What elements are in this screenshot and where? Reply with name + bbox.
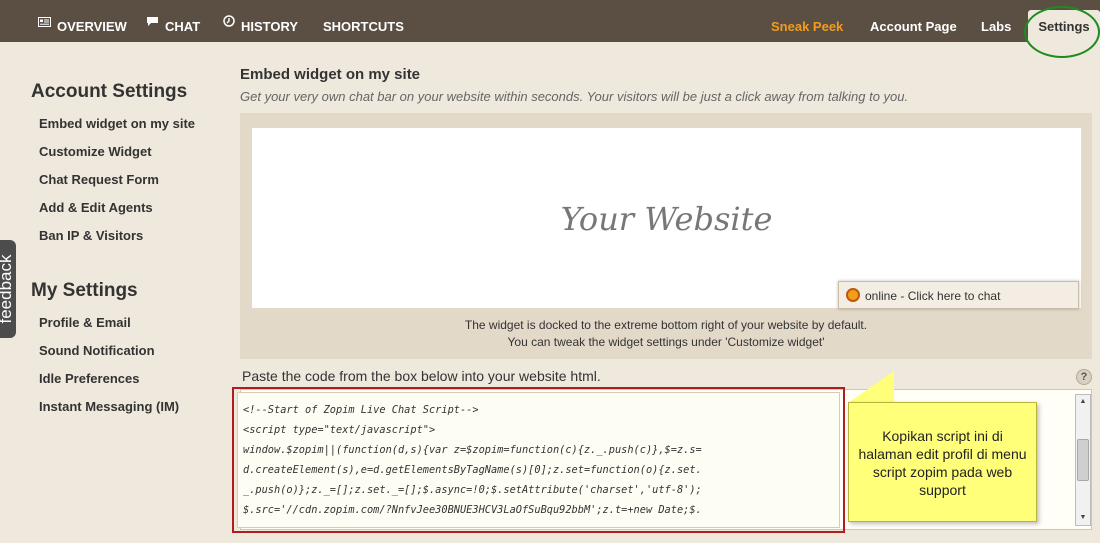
scroll-thumb[interactable] [1077,439,1089,481]
nav-history-label: HISTORY [241,19,299,34]
paste-code-label: Paste the code from the box below into y… [242,368,601,384]
overview-icon [38,0,51,49]
nav-chat-label: CHAT [165,19,201,34]
online-status-icon [846,287,860,302]
sticky-note-pointer [848,371,894,403]
page-subtitle: Get your very own chat bar on your websi… [240,89,909,104]
scroll-up-arrow-icon[interactable]: ▲ [1076,395,1090,409]
nav-account-page[interactable]: Account Page [870,0,957,42]
chat-status-text: online [865,289,898,303]
page-title: Embed widget on my site [240,66,421,83]
nav-shortcuts-label: SHORTCUTS [323,19,404,34]
feedback-label: feedback [0,254,15,324]
chat-cta-text: - Click here to chat [897,289,1001,303]
scroll-down-arrow-icon[interactable]: ▼ [1076,511,1090,525]
sidebar-item-sound-notification[interactable]: Sound Notification [39,343,155,358]
my-settings-heading: My Settings [31,280,138,301]
sticky-note: Kopikan script ini di halaman edit profi… [848,402,1037,522]
nav-overview[interactable]: OVERVIEW [38,0,127,42]
nav-sneak-peek[interactable]: Sneak Peek [771,0,843,42]
settings-highlight-circle [1024,6,1100,58]
account-settings-heading: Account Settings [31,81,188,102]
chat-bubble-icon [146,0,159,49]
website-label: Your Website [560,200,773,238]
nav-chat[interactable]: CHAT [146,0,200,42]
sidebar-item-chat-request-form[interactable]: Chat Request Form [39,172,159,187]
code-scrollbar[interactable]: ▲ ▼ [1075,394,1091,526]
sidebar-item-add-edit-agents[interactable]: Add & Edit Agents [39,200,153,215]
code-highlight-box [232,387,845,533]
help-icon[interactable]: ? [1076,369,1092,385]
dock-note-line-1: The widget is docked to the extreme bott… [464,318,868,332]
dock-note-line-2: You can tweak the widget settings under … [507,335,825,349]
nav-labs[interactable]: Labs [981,0,1011,42]
chat-widget-bar[interactable]: online - Click here to chat [838,281,1079,309]
sidebar-item-idle-preferences[interactable]: Idle Preferences [39,371,139,386]
sidebar-item-ban-ip[interactable]: Ban IP & Visitors [39,228,143,243]
sidebar-item-profile-email[interactable]: Profile & Email [39,315,131,330]
nav-history[interactable]: HISTORY [223,0,298,42]
sidebar-item-embed-widget[interactable]: Embed widget on my site [39,116,195,131]
clock-icon [223,0,235,49]
nav-overview-label: OVERVIEW [57,19,127,34]
sidebar-item-customize-widget[interactable]: Customize Widget [39,144,152,159]
sidebar-item-instant-messaging[interactable]: Instant Messaging (IM) [39,399,179,414]
feedback-tab[interactable]: feedback [0,240,16,338]
sticky-note-text: Kopikan script ini di halaman edit profi… [858,428,1027,498]
nav-shortcuts[interactable]: SHORTCUTS [323,0,404,42]
